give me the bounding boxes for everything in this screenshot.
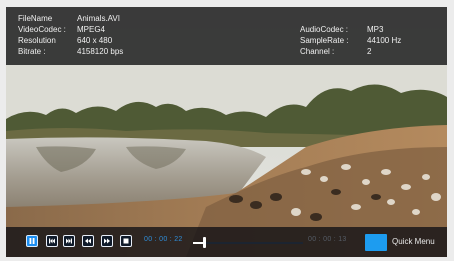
pause-button[interactable] bbox=[26, 235, 38, 247]
video-player[interactable]: FileName Animals.AVI VideoCodec : MPEG4 … bbox=[6, 7, 447, 257]
previous-button[interactable] bbox=[46, 235, 58, 247]
fast-forward-button[interactable] bbox=[101, 235, 113, 247]
seek-bar-thumb[interactable] bbox=[203, 237, 206, 248]
remaining-time: 00 : 00 : 13 bbox=[308, 236, 347, 243]
pause-icon bbox=[29, 238, 35, 244]
playback-control-bar: 00 : 00 : 22 00 : 00 : 13 Quick Menu bbox=[6, 227, 447, 257]
seek-bar[interactable] bbox=[193, 242, 303, 244]
media-info-panel: FileName Animals.AVI VideoCodec : MPEG4 … bbox=[6, 7, 447, 65]
quick-menu-button[interactable] bbox=[365, 234, 387, 251]
stop-icon bbox=[123, 238, 129, 244]
rewind-icon bbox=[85, 238, 91, 244]
fast-forward-icon bbox=[104, 238, 110, 244]
next-button[interactable] bbox=[63, 235, 75, 247]
skip-next-icon bbox=[66, 238, 72, 244]
rewind-button[interactable] bbox=[82, 235, 94, 247]
quick-menu-label: Quick Menu bbox=[392, 237, 435, 246]
skip-previous-icon bbox=[49, 238, 55, 244]
stop-button[interactable] bbox=[120, 235, 132, 247]
elapsed-time: 00 : 00 : 22 bbox=[144, 236, 183, 243]
